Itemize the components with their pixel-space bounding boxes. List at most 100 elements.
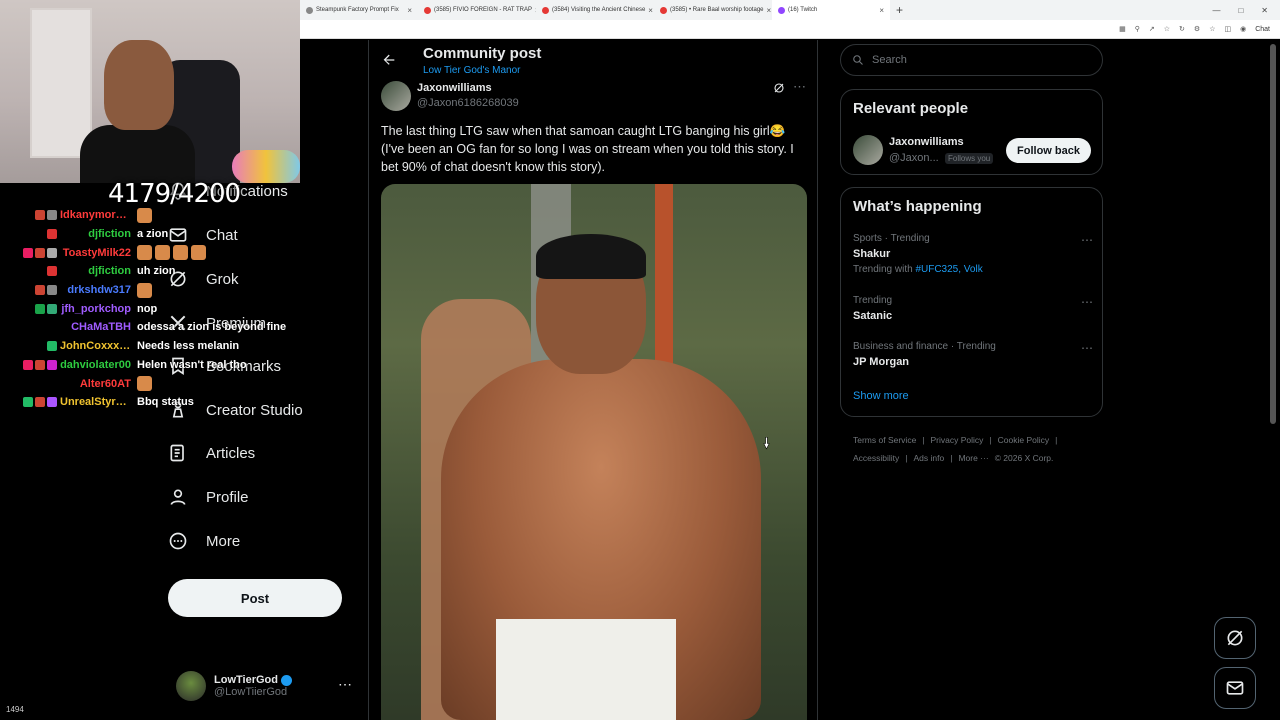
chat-username: JohnCoxxx777	[60, 340, 137, 353]
favorites-icon[interactable]: ☆	[1209, 25, 1215, 33]
chat-message: drkshdw317	[0, 281, 300, 300]
chat-badge-icon	[23, 247, 33, 258]
chat-badge-icon	[35, 359, 45, 370]
close-window-icon[interactable]: ✕	[1261, 6, 1268, 15]
post-button[interactable]: Post	[168, 579, 342, 617]
chat-username: CHaMaTBH	[71, 321, 131, 334]
search-input[interactable]: Search	[840, 44, 1103, 76]
minimize-icon[interactable]: —	[1212, 6, 1220, 15]
account-name: LowTierGod	[214, 674, 278, 686]
trend-more-icon[interactable]: ⋯	[1081, 341, 1093, 355]
tab-favicon-icon	[660, 6, 667, 14]
relevant-avatar[interactable]	[853, 135, 883, 165]
chat-badge-icon	[47, 266, 57, 277]
bookmark-star-icon[interactable]: ☆	[1164, 25, 1170, 33]
trend-item[interactable]: Business and finance · Trending JP Morgan…	[853, 341, 1093, 368]
grok-icon[interactable]	[773, 82, 785, 94]
extension-icon[interactable]: ⚙	[1194, 25, 1200, 33]
search-icon	[853, 55, 863, 65]
chat-emote-icon	[155, 245, 170, 261]
profile-circle-icon[interactable]: ◉	[1240, 25, 1246, 33]
chat-message: ToastyMilk22	[0, 243, 300, 262]
new-tab-button[interactable]: +	[890, 3, 909, 17]
chat-badge-icon	[47, 303, 57, 314]
chat-username: dahviolater00	[60, 358, 131, 371]
zoom-icon[interactable]: ⚲	[1135, 25, 1140, 33]
tweet-author-handle[interactable]: @Jaxon6186268039	[417, 97, 519, 109]
chat-badges	[0, 341, 60, 352]
trend-with-tags[interactable]: #UFC325, Volk	[915, 264, 982, 275]
chat-emotes	[137, 245, 209, 261]
follower-goal: 4179/4200	[108, 179, 241, 209]
footer-link[interactable]: More ···	[958, 453, 988, 463]
browser-tab[interactable]: (3585) • Rare Baal worship footage ×	[654, 0, 772, 20]
mouse-cursor-icon	[763, 437, 770, 450]
chat-username: ToastyMilk22	[62, 246, 131, 259]
chat-username: jfh_porkchop	[61, 302, 131, 315]
chat-message-text: Bbq status	[137, 396, 194, 408]
chat-emote-icon	[137, 207, 152, 223]
browser-tab[interactable]: Steampunk Factory Prompt Fix ×	[300, 0, 418, 20]
browser-tab[interactable]: (3584) Visiting the Ancient Chinese ×	[536, 0, 654, 20]
trend-context: Trending	[853, 295, 893, 306]
account-more-icon[interactable]: ⋯	[338, 676, 352, 693]
browser-tab[interactable]: (16) Twitch ×	[772, 0, 890, 20]
chat-emotes	[137, 207, 155, 223]
tweet-text: The last thing LTG saw when that samoan …	[381, 124, 794, 174]
footer-link[interactable]: Accessibility	[853, 453, 899, 463]
grok-fab-button[interactable]	[1214, 617, 1256, 659]
nav-item-more[interactable]: More	[168, 531, 240, 551]
collections-icon[interactable]: ◫	[1224, 25, 1231, 33]
chat-emote-icon	[137, 376, 152, 392]
trend-with-prefix: Trending with	[853, 264, 916, 275]
chat-badges	[0, 359, 60, 370]
community-link[interactable]: Low Tier God's Manor	[423, 65, 521, 76]
footer-link[interactable]: Terms of Service	[853, 435, 916, 445]
tweet-more-icon[interactable]: ⋯	[793, 79, 806, 95]
nav-item-label: More	[206, 532, 241, 550]
chat-badge-icon	[23, 397, 33, 408]
chat-message-text	[137, 207, 155, 223]
tweet-author-name[interactable]: Jaxonwilliams	[417, 82, 492, 94]
trend-item[interactable]: Trending Satanic ⋯	[853, 295, 1093, 322]
footer-link[interactable]: Ads info	[914, 453, 945, 463]
trend-with: Trending with #UFC325, Volk	[853, 264, 1093, 275]
follow-back-button[interactable]: Follow back	[1006, 138, 1091, 163]
show-more-link[interactable]: Show more	[853, 390, 909, 402]
tab-close-icon[interactable]: ×	[879, 6, 884, 15]
webcam-shirt	[80, 125, 195, 183]
apps-icon[interactable]: ▦	[1119, 25, 1126, 33]
relevant-handle[interactable]: @Jaxon...	[889, 152, 939, 164]
trend-more-icon[interactable]: ⋯	[1081, 233, 1093, 247]
account-switcher[interactable]: LowTierGod @LowTiierGod ⋯	[176, 668, 356, 704]
nav-item-articles[interactable]: Articles	[168, 443, 255, 463]
footer-link[interactable]: © 2026 X Corp.	[995, 453, 1054, 463]
tab-close-icon[interactable]: ×	[767, 6, 772, 15]
maximize-icon[interactable]: □	[1238, 6, 1243, 15]
chat-badge-icon	[23, 359, 33, 370]
back-arrow-icon[interactable]	[381, 52, 397, 68]
messages-fab-button[interactable]	[1214, 667, 1256, 709]
share-icon[interactable]: ↗	[1149, 25, 1155, 33]
tab-title: (16) Twitch	[788, 7, 818, 13]
tweet-image[interactable]	[381, 184, 807, 720]
trend-item[interactable]: Sports · Trending Shakur Trending with #UF…	[853, 233, 1093, 275]
copilot-chat-button[interactable]: Chat	[1255, 26, 1270, 33]
tab-title: (3585) • Rare Baal worship footage	[670, 7, 764, 13]
browser-tab[interactable]: (3585) FIVIO FOREIGN - RAT TRAP×	[418, 0, 536, 20]
chat-badges	[0, 247, 60, 258]
chat-badge-icon	[47, 341, 57, 352]
tab-favicon-icon	[542, 6, 549, 14]
nav-item-profile[interactable]: Profile	[168, 487, 249, 507]
tab-close-icon[interactable]: ×	[407, 6, 412, 15]
page-scrollbar[interactable]	[1270, 44, 1276, 424]
refresh-icon[interactable]: ↻	[1179, 25, 1185, 33]
tab-close-icon[interactable]: ×	[648, 6, 653, 15]
search-placeholder: Search	[872, 54, 907, 66]
relevant-name[interactable]: Jaxonwilliams	[889, 136, 964, 148]
tweet-author-avatar[interactable]	[381, 81, 411, 111]
trend-more-icon[interactable]: ⋯	[1081, 295, 1093, 309]
follows-you-badge: Follows you	[945, 153, 994, 164]
footer-link[interactable]: Cookie Policy	[998, 435, 1050, 445]
footer-link[interactable]: Privacy Policy	[931, 435, 984, 445]
